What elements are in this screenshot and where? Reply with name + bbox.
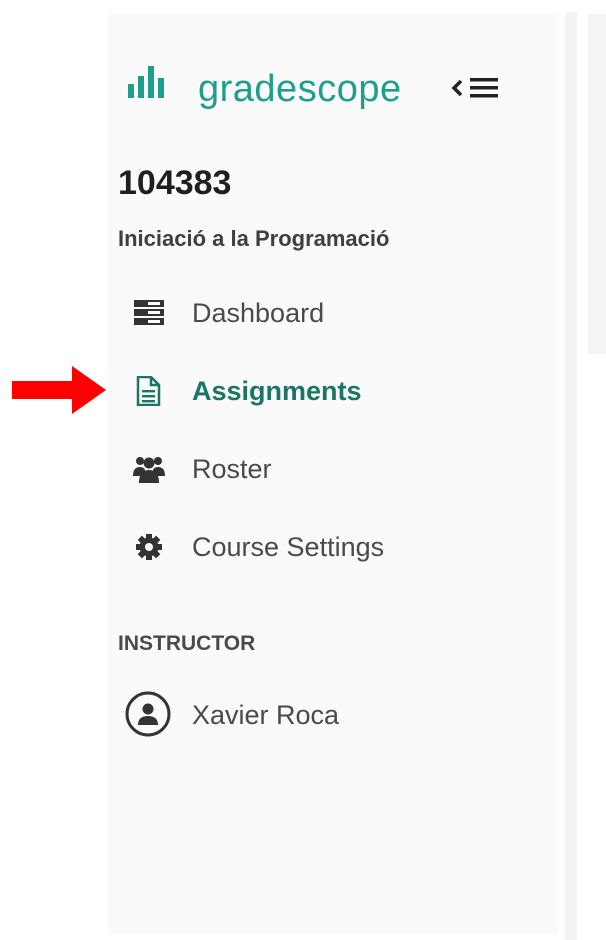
course-id: 104383 (118, 164, 232, 202)
brand-name: gradescope (198, 68, 402, 110)
user-avatar-icon (125, 691, 171, 737)
collapse-menu-icon (451, 78, 498, 98)
nav-item-dashboard[interactable]: Dashboard (132, 290, 512, 334)
instructor-name: Xavier Roca (192, 700, 340, 730)
brand-header: gradescope (128, 62, 508, 114)
document-icon (136, 376, 161, 406)
nav-label-assignments: Assignments (192, 376, 362, 406)
users-icon (133, 457, 165, 483)
red-arrow-annotation-icon (12, 366, 106, 414)
nav-item-course-settings[interactable]: Course Settings (132, 524, 512, 568)
nav-label-roster: Roster (192, 454, 272, 484)
instructor-heading: INSTRUCTOR (118, 632, 256, 655)
gradescope-logo-icon (128, 66, 164, 98)
instructor-item[interactable]: Xavier Roca (124, 690, 424, 738)
collapse-sidebar-button[interactable] (450, 70, 506, 106)
sidebar-divider (565, 12, 577, 940)
main-content-edge (588, 14, 606, 354)
gear-icon (136, 534, 162, 560)
nav-label-dashboard: Dashboard (192, 298, 325, 328)
nav-label-course-settings: Course Settings (192, 532, 385, 562)
dashboard-icon (134, 300, 164, 325)
nav-item-assignments[interactable]: Assignments (132, 368, 512, 412)
course-name: Iniciació a la Programació (118, 226, 390, 251)
nav-item-roster[interactable]: Roster (132, 446, 512, 490)
